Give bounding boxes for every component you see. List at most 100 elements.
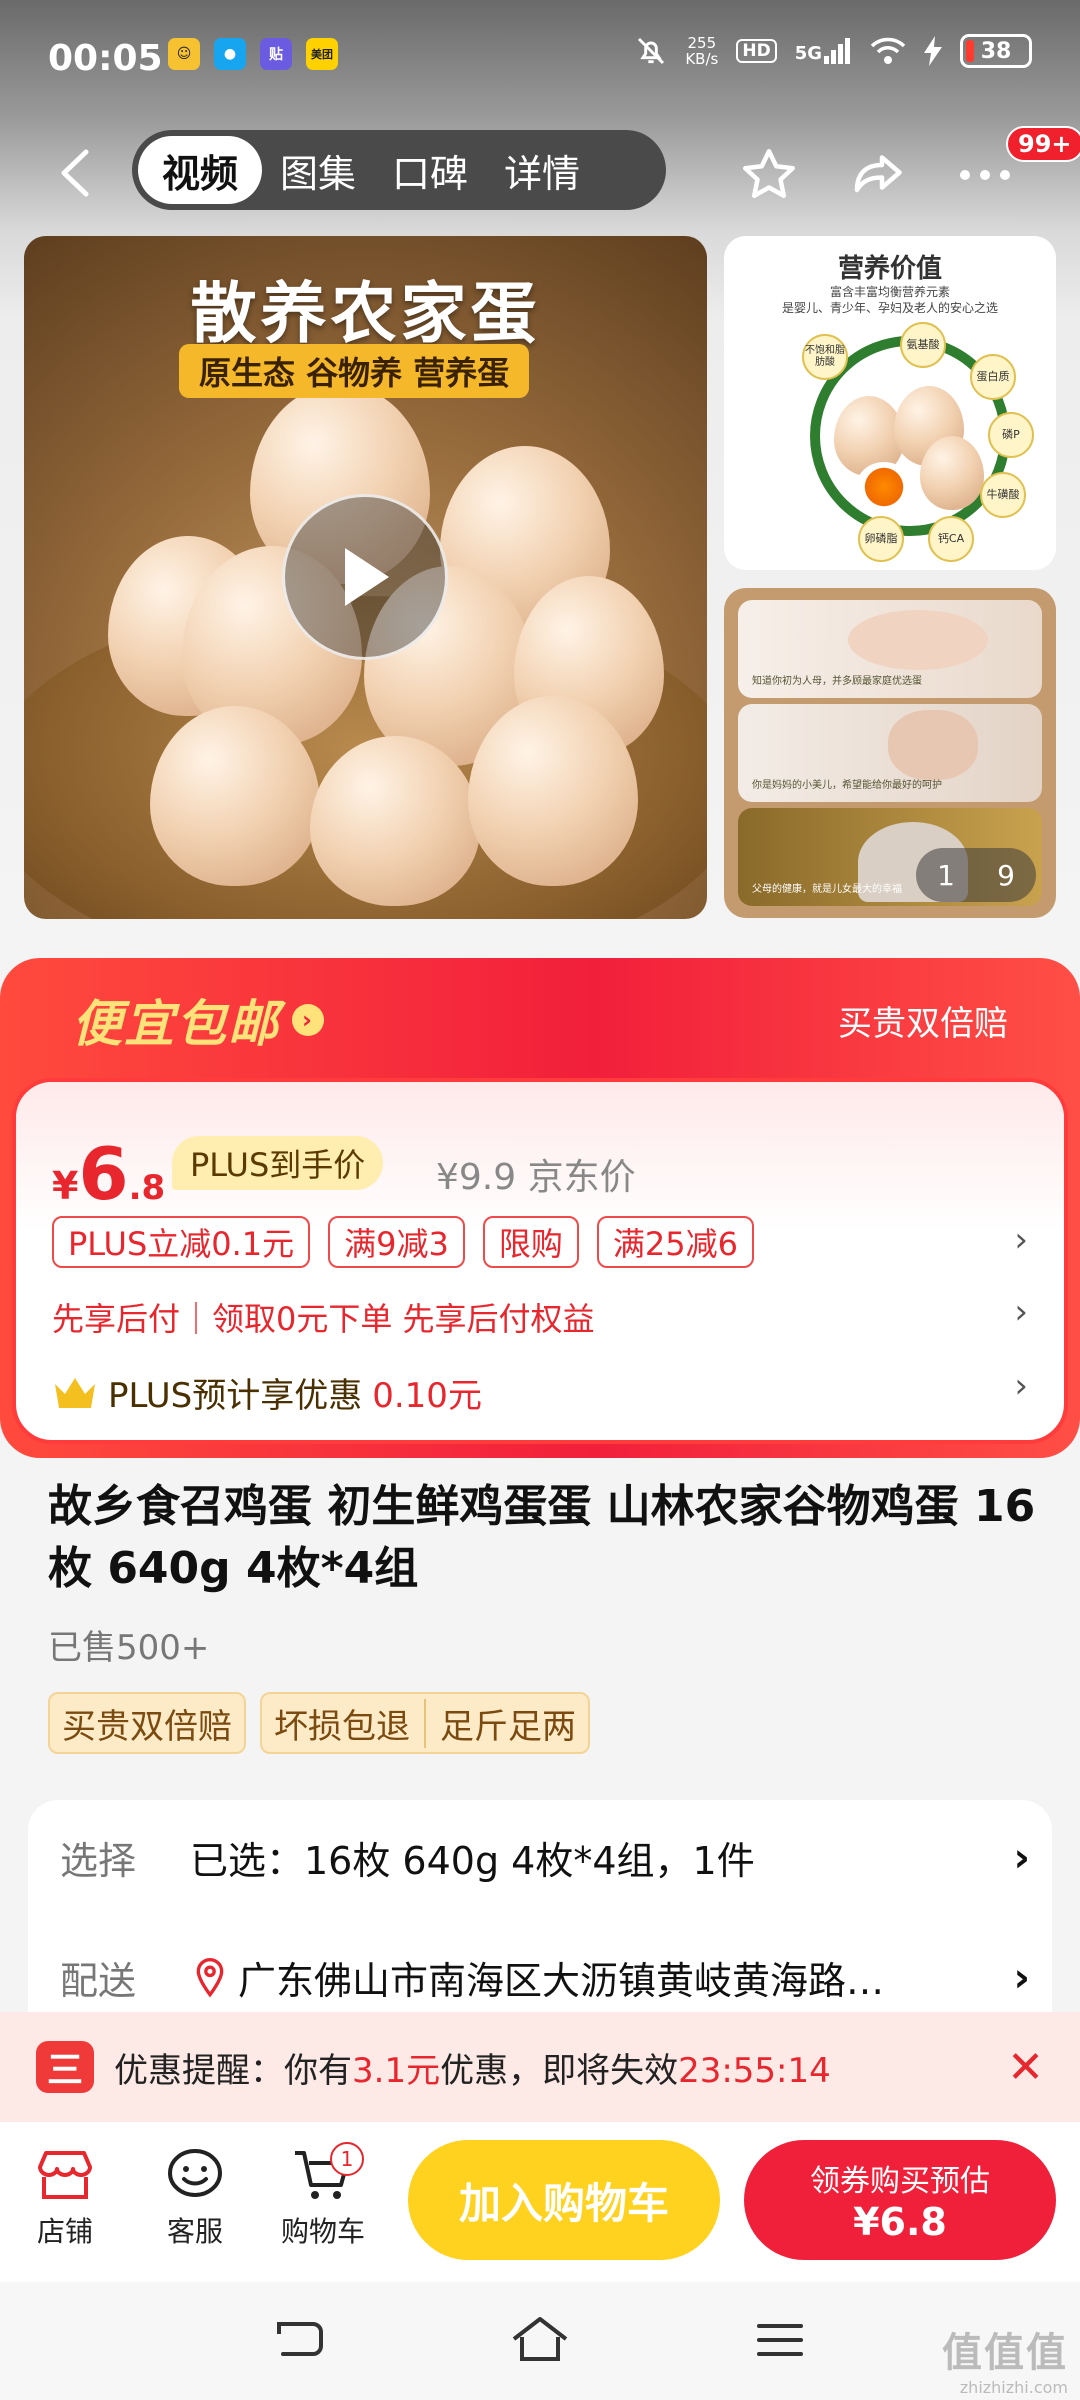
nutrition-title: 营养价值 — [837, 254, 942, 284]
battery-icon: 38 — [960, 34, 1032, 68]
cart-button[interactable]: 1 购物车 — [268, 2140, 378, 2250]
service-tag: 坏损包退 — [274, 1706, 410, 1747]
tab-reviews[interactable]: 口碑 — [374, 136, 486, 204]
hd-badge: HD — [736, 39, 777, 63]
crown-icon — [55, 1377, 95, 1408]
tab-video[interactable]: 视频 — [138, 136, 263, 204]
discount-chip[interactable]: PLUS立减0.1元 — [52, 1216, 311, 1268]
bottom-action-bar: 店铺 客服 1 购物车 加入购物车 领券购买预估 ¥6.8 — [0, 2122, 1080, 2282]
promo-title-text: 便宜包邮 — [72, 995, 280, 1053]
more-dots-icon — [960, 170, 1010, 180]
price-decimal: .8 — [128, 1168, 166, 1208]
price-guarantee-text: 买贵双倍赔 — [838, 1004, 1008, 1044]
nutrient-badge: 钙CA — [928, 516, 974, 562]
favorite-button[interactable] — [734, 140, 804, 210]
pregnant-figure — [848, 610, 988, 670]
spec-card: 选择 已选：16枚 640g 4枚*4组，1件 › 配送 广东佛山市南海区大沥镇… — [28, 1800, 1052, 2040]
site-watermark: 值值值 zhizhizhi.com — [942, 2320, 1068, 2397]
chevron-right-icon[interactable]: › — [1014, 1292, 1028, 1332]
nav-back-button[interactable] — [264, 2310, 334, 2370]
panel-caption: 父母的健康，就是儿女最大的幸福 — [752, 884, 902, 895]
nav-menu-button[interactable] — [745, 2310, 815, 2370]
price-card: ¥ 6 .8 PLUS到手价 ¥9.9 京东价 PLUS立减0.1元 满9减3 … — [12, 1078, 1068, 1444]
return-icon — [277, 2322, 323, 2356]
close-icon[interactable]: ✕ — [1007, 2042, 1044, 2093]
status-bar: 00:05 ☺ ● 贴 美团 255 KB/s HD 5G 38 — [0, 0, 1080, 118]
tab-details[interactable]: 详情 — [486, 136, 598, 204]
buy-button-price: ¥6.8 — [853, 2200, 947, 2244]
child-panel: 你是妈妈的小美儿，希望能给你最好的呵护 — [738, 704, 1042, 802]
discount-chip[interactable]: 满25减6 — [596, 1216, 755, 1268]
image-counter: 1 9 — [916, 848, 1036, 902]
store-label: 店铺 — [36, 2215, 93, 2248]
nutrient-badge: 磷P — [988, 412, 1034, 458]
customer-service-button[interactable]: 客服 — [140, 2140, 250, 2250]
plus-savings[interactable]: PLUS预计享优惠 0.10元 — [52, 1368, 482, 1417]
family-thumbnail[interactable]: 知道你初为人母，并多顾最家庭优选蛋 你是妈妈的小美儿，希望能给你最好的呵护 父母… — [724, 588, 1056, 918]
status-time: 00:05 — [48, 38, 163, 79]
share-arrow-icon — [854, 155, 902, 193]
pay-later-offer[interactable]: 先享后付｜领取0元下单 先享后付权益 — [52, 1294, 595, 1340]
price-display: ¥ 6 .8 — [52, 1132, 165, 1216]
spec-select-row[interactable]: 选择 已选：16枚 640g 4枚*4组，1件 › — [60, 1830, 1030, 1885]
buy-with-coupon-button[interactable]: 领券购买预估 ¥6.8 — [744, 2140, 1056, 2260]
pregnancy-panel: 知道你初为人母，并多顾最家庭优选蛋 — [738, 600, 1042, 698]
nutrient-badge: 不饱和脂肪酸 — [802, 334, 848, 380]
play-video-button[interactable] — [282, 494, 448, 660]
nutrient-badge: 氨基酸 — [900, 322, 946, 368]
notification-app-icons: ☺ ● 贴 美团 — [168, 38, 338, 70]
spec-select-value: 已选：16枚 640g 4枚*4组，1件 — [190, 1839, 755, 1883]
face-app-icon: ☺ — [168, 38, 200, 70]
penguin-app-icon: ● — [214, 38, 246, 70]
egg-yolk — [856, 462, 912, 512]
coupon-reminder[interactable]: 三 优惠提醒：你有3.1元优惠，即将失效23:55:14 ✕ — [0, 2012, 1080, 2122]
cart-label: 购物车 — [280, 2215, 365, 2248]
location-pin-icon — [196, 1957, 224, 1997]
panel-caption: 知道你初为人母，并多顾最家庭优选蛋 — [752, 676, 922, 687]
tab-gallery[interactable]: 图集 — [262, 136, 374, 204]
share-button[interactable] — [842, 140, 912, 210]
back-button[interactable] — [40, 138, 110, 208]
add-to-cart-button[interactable]: 加入购物车 — [408, 2140, 720, 2260]
reminder-text: 优惠提醒：你有3.1元优惠，即将失效23:55:14 — [114, 2043, 831, 2092]
battery-level: 38 — [980, 38, 1012, 64]
cart-count-badge: 1 — [330, 2142, 364, 2176]
coupon-icon: 三 — [36, 2041, 94, 2093]
spec-select-label: 选择 — [60, 1839, 137, 1883]
smile-chat-icon — [168, 2149, 222, 2197]
service-label: 客服 — [166, 2215, 223, 2248]
star-icon — [743, 149, 795, 198]
reminder-amount: 3.1元 — [352, 2050, 441, 2091]
charging-icon — [924, 36, 942, 66]
net-speed-value: 255 — [687, 34, 717, 52]
watermark-logo: 值值值 — [942, 2330, 1068, 2376]
chevron-right-icon[interactable]: › — [1014, 1366, 1028, 1406]
shipping-label: 配送 — [60, 1959, 137, 2003]
nutrition-subtitle: 富含丰富均衡营养元素 是婴儿、青少年、孕妇及老人的安心之选 — [724, 284, 1056, 316]
shipping-row[interactable]: 配送 广东佛山市南海区大沥镇黄岐黄海路… › — [60, 1950, 1030, 2005]
service-tag: 足斤足两 — [424, 1698, 576, 1748]
egg — [920, 436, 984, 510]
promo-title[interactable]: 便宜包邮 › — [72, 984, 324, 1056]
sold-count: 已售500+ — [48, 1628, 210, 1668]
menu-lines-icon — [757, 2324, 803, 2356]
signal-label: 5G — [794, 43, 822, 64]
nutrition-thumbnail[interactable]: 营养价值 富含丰富均衡营养元素 是婴儿、青少年、孕妇及老人的安心之选 氨基酸 蛋… — [724, 236, 1056, 570]
store-icon — [38, 2151, 92, 2199]
chevron-right-icon: › — [1013, 1834, 1030, 1881]
child-figure — [888, 710, 978, 780]
discount-chip[interactable]: 限购 — [482, 1216, 579, 1268]
panel-caption: 你是妈妈的小美儿，希望能给你最好的呵护 — [752, 780, 942, 791]
home-icon — [512, 2317, 568, 2361]
service-tag-group[interactable]: 坏损包退 足斤足两 — [260, 1692, 590, 1754]
main-product-video[interactable]: 散养农家蛋 原生态 谷物养 营养蛋 — [24, 236, 707, 919]
chevron-right-icon[interactable]: › — [1014, 1220, 1028, 1260]
nav-home-button[interactable] — [505, 2310, 575, 2370]
price-integer: 6 — [78, 1132, 129, 1216]
discount-chips[interactable]: PLUS立减0.1元 满9减3 限购 满25减6 — [52, 1216, 755, 1268]
play-icon — [345, 548, 389, 606]
reminder-prefix: 优惠提醒：你有 — [114, 2050, 352, 2091]
service-tag[interactable]: 买贵双倍赔 — [48, 1692, 246, 1754]
discount-chip[interactable]: 满9减3 — [328, 1216, 465, 1268]
store-button[interactable]: 店铺 — [10, 2140, 120, 2250]
